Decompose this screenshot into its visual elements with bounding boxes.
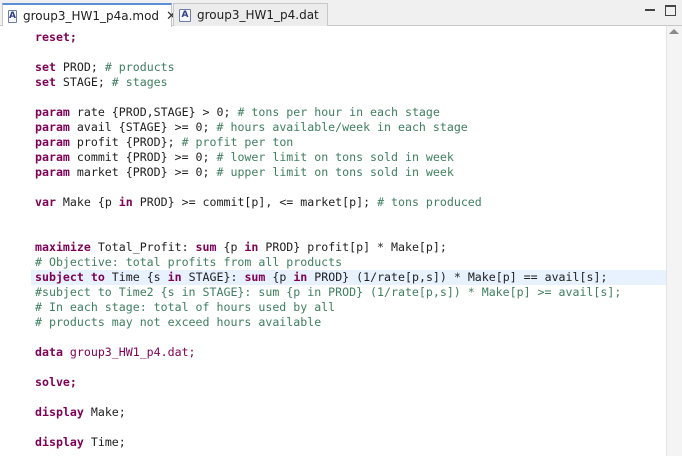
keyword: in [293, 270, 308, 284]
tab-label: group3_HW1_p4.dat [197, 8, 319, 22]
code-text: Time; [83, 435, 126, 449]
code-text: Total_Profit: [90, 240, 196, 254]
comment: # lower limit on tons sold in week [216, 150, 454, 164]
code-text: Make; [83, 405, 126, 419]
code-line-set-stage: set STAGE; # stages [35, 75, 168, 90]
code-line-var-make: var Make {p in PROD} >= commit[p], <= ma… [35, 195, 482, 210]
code-text: PROD} (1/rate[p,s]) * Make[p] == avail[s… [307, 270, 608, 284]
comment: # Objective: total profits from all prod… [35, 255, 343, 269]
comment: # tons produced [377, 195, 482, 209]
code-line-reset: reset; [35, 30, 77, 45]
keyword: data [35, 345, 63, 359]
code-text: profit {PROD}; [69, 135, 182, 149]
data-file-name: group3_HW1_p4.dat; [62, 345, 196, 359]
comment: # stages [111, 75, 168, 89]
code-line-param-rate: param rate {PROD,STAGE} > 0; # tons per … [35, 105, 440, 120]
keyword: var [35, 195, 56, 209]
code-line-stage-comment: # In each stage: total of hours used by … [35, 300, 335, 315]
code-text: PROD} >= commit[p], <= market[p]; [132, 195, 378, 209]
code-text: Make {p [55, 195, 119, 209]
code-text: commit {PROD} >= 0; [69, 150, 217, 164]
code-line-data: data group3_HW1_p4.dat; [35, 345, 196, 360]
keyword: set [35, 75, 56, 89]
comment: # products may not exceed hours availabl… [35, 315, 322, 329]
code-line-display-time: display Time; [35, 435, 126, 450]
code-text: STAGE}: [181, 270, 245, 284]
keyword-reset: reset; [35, 30, 77, 44]
comment: # products [104, 60, 175, 74]
keyword: sum [195, 240, 217, 254]
keyword: subject to [35, 270, 105, 284]
comment: #subject to Time2 {s in STAGE}: sum {p i… [35, 285, 622, 299]
code-line-set-prod: set PROD; # products [35, 60, 175, 75]
comment: # In each stage: total of hours used by … [35, 300, 336, 314]
code-line-products-comment: # products may not exceed hours availabl… [35, 315, 321, 330]
comment: # tons per hour in each stage [237, 105, 440, 119]
keyword: maximize [35, 240, 91, 254]
code-line-param-commit: param commit {PROD} >= 0; # lower limit … [35, 150, 454, 165]
code-line-display-make: display Make; [35, 405, 126, 420]
keyword: param [35, 135, 70, 149]
keyword: in [167, 270, 182, 284]
tab-mod-file[interactable]: A group3_HW1_p4a.mod ✕ [2, 3, 177, 27]
keyword: param [35, 120, 70, 134]
keyword: param [35, 165, 70, 179]
keyword: display [35, 435, 84, 449]
code-text: rate {PROD,STAGE} > 0; [69, 105, 238, 119]
code-line-param-market: param market {PROD} >= 0; # upper limit … [35, 165, 454, 180]
minimize-icon[interactable] [644, 4, 656, 16]
code-line-maximize: maximize Total_Profit: sum {p in PROD} p… [35, 240, 447, 255]
code-text: PROD} profit[p] * Make[p]; [258, 240, 447, 254]
tab-dat-file[interactable]: A group3_HW1_p4.dat [173, 3, 328, 26]
keyword: param [35, 150, 70, 164]
editor-tab-bar: A group3_HW1_p4a.mod ✕ A group3_HW1_p4.d… [0, 0, 682, 27]
code-line-param-profit: param profit {PROD}; # profit per ton [35, 135, 293, 150]
keyword: in [118, 195, 133, 209]
tab-label: group3_HW1_p4a.mod [22, 9, 160, 23]
window-controls [644, 4, 676, 16]
comment: # upper limit on tons sold in week [216, 165, 454, 179]
ampl-file-icon: A [179, 8, 191, 22]
keyword-solve: solve; [35, 375, 77, 389]
editor-gutter [0, 26, 31, 456]
code-line-solve: solve; [35, 375, 77, 390]
comment: # profit per ton [181, 135, 294, 149]
keyword: display [35, 405, 84, 419]
code-text: {p [216, 240, 245, 254]
scroll-up-arrow-icon[interactable] [669, 29, 679, 34]
code-text: STAGE; [55, 75, 112, 89]
comment: # hours available/week in each stage [216, 120, 468, 134]
code-editor[interactable]: reset; set PROD; # products set STAGE; #… [0, 26, 682, 456]
code-line-param-avail: param avail {STAGE} >= 0; # hours availa… [35, 120, 468, 135]
keyword: in [244, 240, 259, 254]
code-text: market {PROD} >= 0; [69, 165, 217, 179]
code-line-objective-comment: # Objective: total profits from all prod… [35, 255, 342, 270]
vertical-scrollbar[interactable] [666, 26, 682, 456]
keyword: param [35, 105, 70, 119]
code-line-subject-to-comment: #subject to Time2 {s in STAGE}: sum {p i… [35, 285, 621, 300]
maximize-icon[interactable] [664, 4, 676, 16]
code-line-subject-to: subject to Time {s in STAGE}: sum {p in … [31, 270, 666, 285]
ampl-file-icon: A [8, 9, 17, 23]
keyword: sum [244, 270, 266, 284]
code-text: Time {s [104, 270, 168, 284]
code-text: PROD; [55, 60, 105, 74]
code-text: avail {STAGE} >= 0; [69, 120, 217, 134]
code-text: {p [265, 270, 294, 284]
keyword: set [35, 60, 56, 74]
